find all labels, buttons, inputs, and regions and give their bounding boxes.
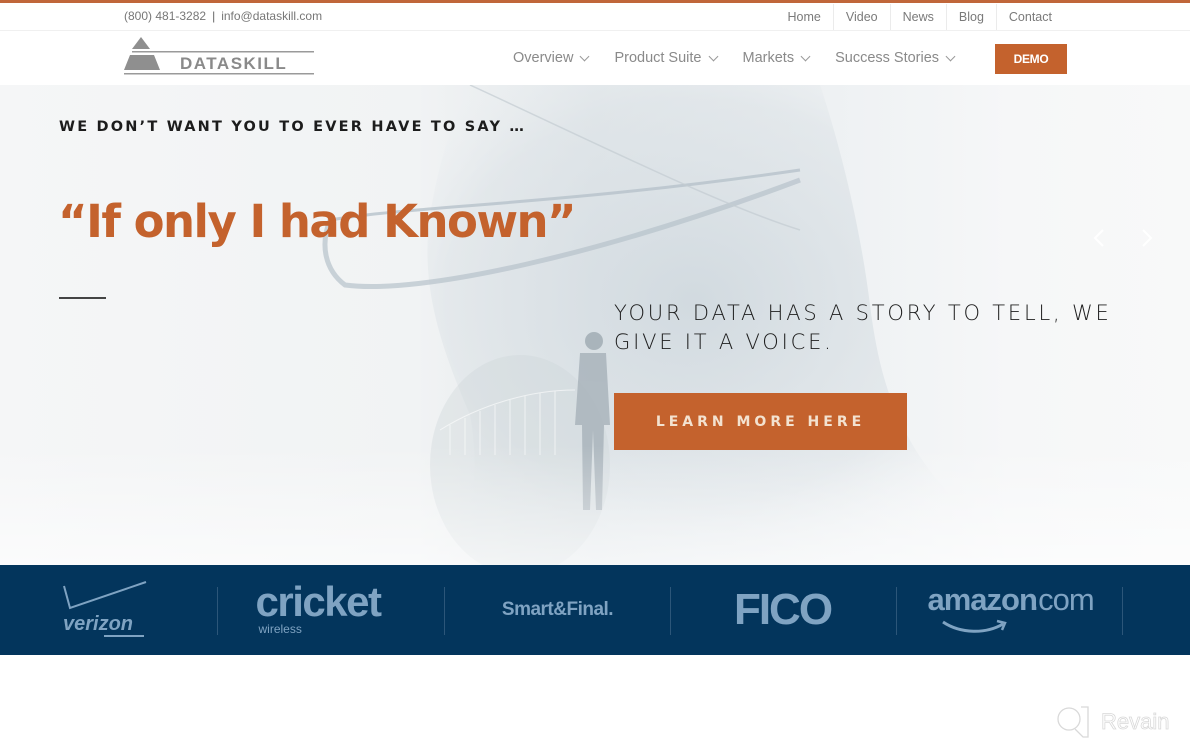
hero-slider: WE DON’T WANT YOU TO EVER HAVE TO SAY … … <box>0 85 1190 565</box>
chevron-down-icon <box>579 51 590 61</box>
nav-item-label: Product Suite <box>614 50 702 66</box>
client-logo-fico: FICO <box>700 565 865 655</box>
hero-divider <box>59 297 106 299</box>
amazon-wordmark: amazon <box>927 582 1038 617</box>
contact-info: (800) 481-3282 | info@dataskill.com <box>124 9 322 23</box>
nav-item-success-stories[interactable]: Success Stories <box>835 50 956 66</box>
amazon-smile-icon <box>941 619 1007 633</box>
client-logos-band: verizon cricket wireless Smart&Final. FI… <box>0 565 1190 655</box>
client-logo-verizon: verizon <box>50 565 160 655</box>
email-link[interactable]: info@dataskill.com <box>221 9 322 23</box>
revain-watermark-text: Revain <box>1101 709 1170 735</box>
nav-item-overview[interactable]: Overview <box>513 50 590 66</box>
main-header: DATASKILL Overview Product Suite Markets… <box>0 31 1190 85</box>
chevron-right-icon[interactable] <box>1136 228 1156 248</box>
client-logo-cricket: cricket wireless <box>245 565 420 655</box>
amazon-suffix: .com <box>1030 582 1095 617</box>
nav-item-label: Success Stories <box>835 50 940 66</box>
nav-item-product-suite[interactable]: Product Suite <box>614 50 718 66</box>
client-logo-smart-and-final: Smart&Final. <box>470 565 645 655</box>
hero-title: “If only I had Known” <box>58 195 577 248</box>
logo-triangle-top <box>132 37 150 49</box>
logo-rule-bottom <box>124 73 314 75</box>
logo-trapezoid <box>124 55 160 70</box>
revain-watermark: Revain <box>1055 705 1170 739</box>
cricket-subtext: wireless <box>258 622 302 636</box>
logo-divider <box>896 587 897 635</box>
utility-link-contact[interactable]: Contact <box>995 4 1064 30</box>
chevron-down-icon <box>945 51 956 61</box>
nav-item-label: Overview <box>513 50 574 66</box>
cricket-wordmark: cricket <box>255 578 382 625</box>
hero-eyebrow: WE DON’T WANT YOU TO EVER HAVE TO SAY … <box>59 119 527 135</box>
utility-nav: Home Video News Blog Contact <box>776 3 1064 31</box>
verizon-logo: verizon <box>63 581 147 637</box>
utility-link-news[interactable]: News <box>889 4 946 30</box>
utility-bar: (800) 481-3282 | info@dataskill.com Home V… <box>0 3 1190 31</box>
utility-link-blog[interactable]: Blog <box>945 4 996 30</box>
utility-link-home[interactable]: Home <box>776 4 833 30</box>
logo-divider <box>1122 587 1123 635</box>
contact-separator: | <box>212 9 216 23</box>
logo-wordmark: DATASKILL <box>180 54 287 73</box>
smart-and-final-wordmark: Smart&Final. <box>501 599 614 620</box>
hero-tagline: YOUR DATA HAS A STORY TO TELL, WE GIVE I… <box>614 301 1112 354</box>
logo-divider <box>444 587 445 635</box>
dataskill-logo[interactable]: DATASKILL <box>124 34 314 76</box>
nav-item-label: Markets <box>742 50 795 66</box>
chevron-down-icon <box>800 51 811 61</box>
svg-text:verizon: verizon <box>63 613 133 635</box>
chevron-left-icon[interactable] <box>1090 228 1110 248</box>
logo-divider <box>670 587 671 635</box>
logo-divider <box>217 587 218 635</box>
demo-button[interactable]: DEMO <box>995 44 1067 74</box>
client-logo-amazon: amazon .com <box>920 565 1100 655</box>
chevron-down-icon <box>708 51 718 61</box>
main-nav: Overview Product Suite Markets Success S… <box>513 43 980 73</box>
utility-link-video[interactable]: Video <box>832 4 890 30</box>
phone-link[interactable]: (800) 481-3282 <box>124 9 206 23</box>
fico-wordmark: FICO <box>733 585 833 634</box>
nav-item-markets[interactable]: Markets <box>742 50 811 66</box>
revain-logo-icon <box>1057 706 1089 738</box>
logo-rule-top <box>132 51 314 53</box>
learn-more-button[interactable]: LEARN MORE HERE <box>614 393 907 450</box>
